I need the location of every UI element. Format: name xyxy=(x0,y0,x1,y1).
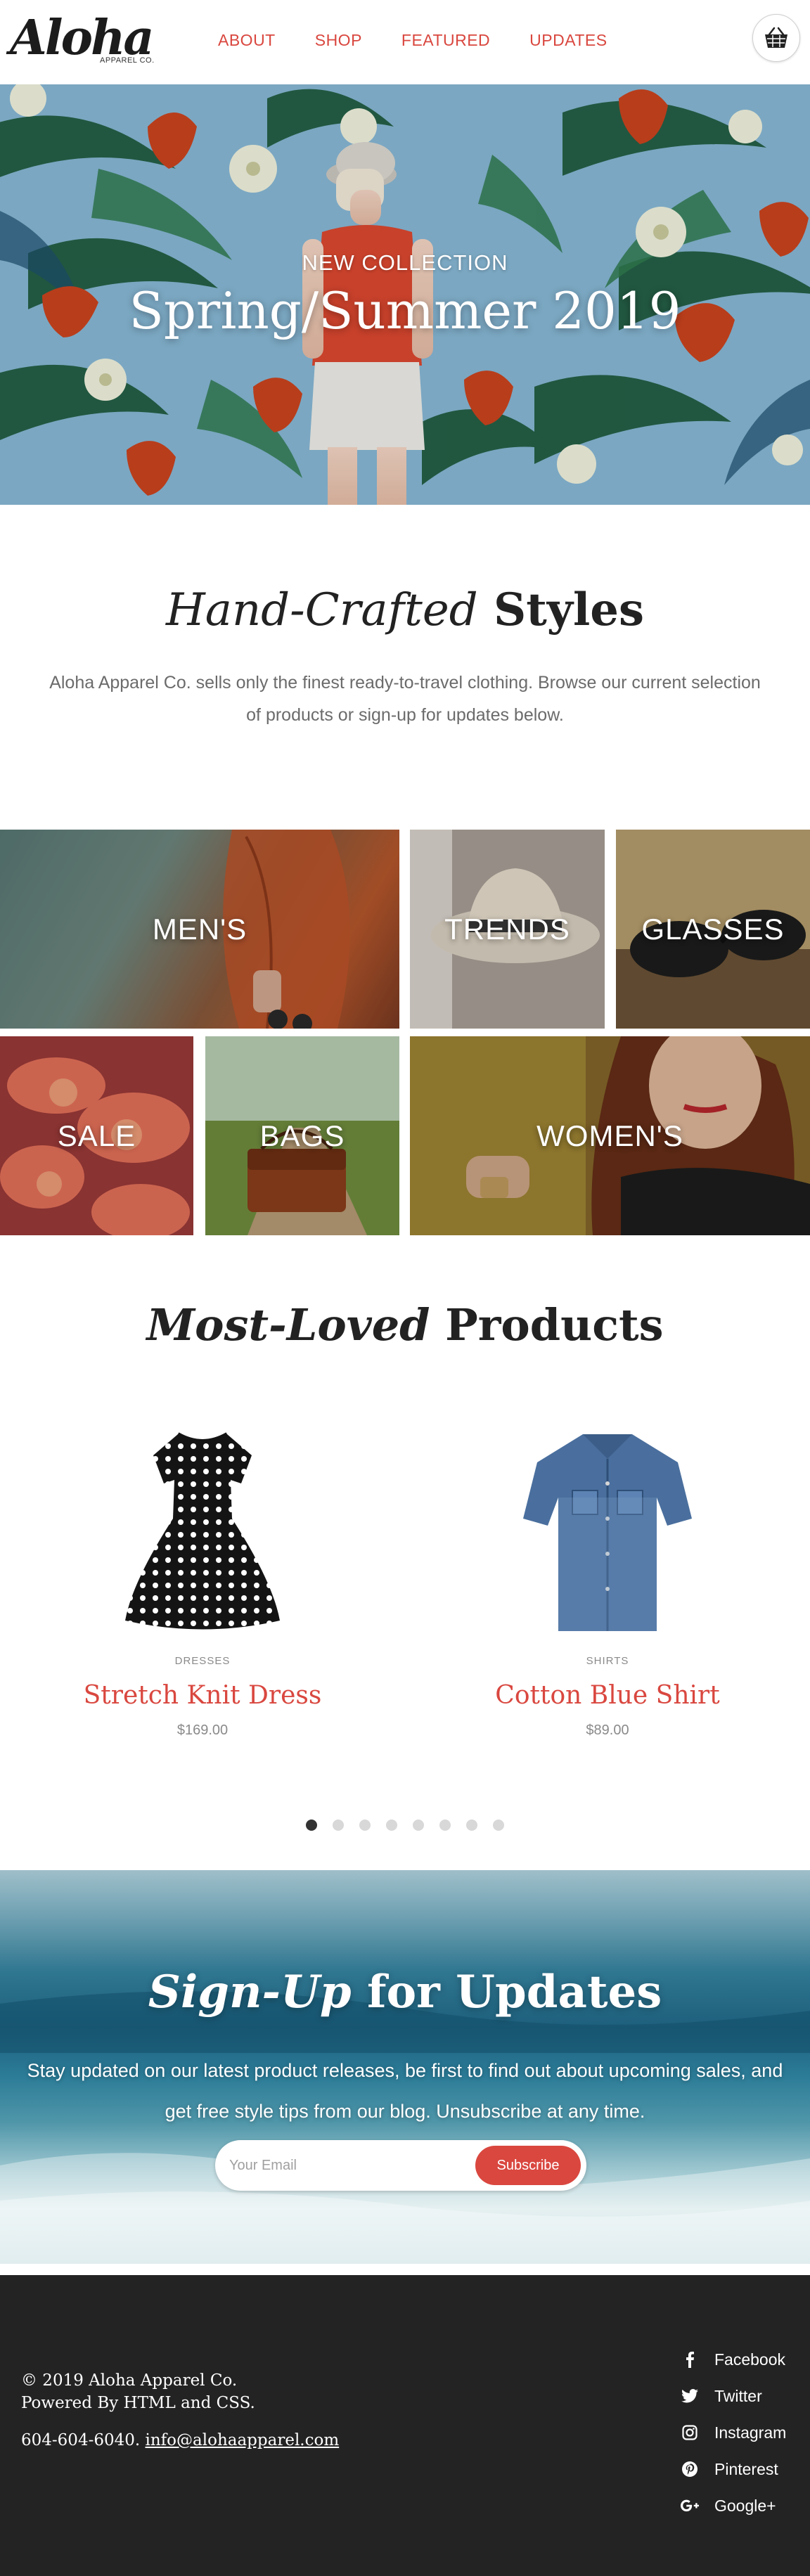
signup-description-line: get free style tips from our blog. Unsub… xyxy=(165,2101,645,2122)
category-tile-bags[interactable]: BAGS xyxy=(205,1036,399,1235)
hero-kicker: NEW COLLECTION xyxy=(302,250,508,275)
footer-info: © 2019 Aloha Apparel Co. Powered By HTML… xyxy=(21,2369,255,2414)
basket-icon xyxy=(765,27,788,48)
category-tile-mens[interactable]: MEN'S xyxy=(0,830,399,1029)
product-card[interactable]: SHIRTS Cotton Blue Shirt $89.00 xyxy=(460,1427,755,1739)
intro-paragraph: Aloha Apparel Co. sells only the finest … xyxy=(49,673,761,725)
signup-heading-bold: for Updates xyxy=(366,1966,662,2018)
carousel-dot[interactable] xyxy=(333,1820,344,1831)
carousel-dot[interactable] xyxy=(306,1820,317,1831)
product-category: DRESSES xyxy=(174,1655,231,1667)
instagram-icon xyxy=(681,2423,699,2442)
phone-number: 604-604-6040. xyxy=(21,2431,141,2449)
category-label-sale: SALE xyxy=(57,1119,136,1152)
polka-dot-dress-image xyxy=(125,1432,280,1630)
carousel-dot[interactable] xyxy=(386,1820,397,1831)
carousel-pagination xyxy=(0,1820,810,1831)
pinterest-icon xyxy=(681,2460,699,2478)
social-link-instagram[interactable]: Instagram xyxy=(681,2414,786,2451)
denim-shirt-image xyxy=(523,1434,692,1631)
hero-banner: NEW COLLECTION Spring/Summer 2019 xyxy=(0,84,810,505)
social-label: Twitter xyxy=(714,2386,762,2405)
social-link-google-plus[interactable]: Google+ xyxy=(681,2487,786,2524)
products-heading: Most-Loved Products xyxy=(0,1299,810,1351)
google-plus-icon xyxy=(681,2497,699,2515)
social-label: Instagram xyxy=(714,2423,787,2442)
nav-link-featured[interactable]: FEATURED xyxy=(401,31,490,50)
site-header: Aloha APPAREL CO. ABOUT SHOP FEATURED UP… xyxy=(0,0,810,84)
product-image-shirt xyxy=(516,1427,699,1638)
product-category: SHIRTS xyxy=(586,1655,629,1667)
social-link-facebook[interactable]: Facebook xyxy=(681,2341,786,2378)
signup-form: Subscribe xyxy=(215,2140,586,2191)
signup-heading: Sign-Up for Updates xyxy=(0,1966,810,2018)
category-label-bags: BAGS xyxy=(259,1119,345,1152)
intro-heading-italic: Hand-Crafted xyxy=(165,584,478,636)
category-tile-womens[interactable]: WOMEN'S xyxy=(410,1036,810,1235)
main-nav: ABOUT SHOP FEATURED UPDATES xyxy=(218,31,647,50)
carousel-dot[interactable] xyxy=(439,1820,451,1831)
logo-wordmark: Aloha xyxy=(10,10,154,66)
signup-heading-italic: Sign-Up xyxy=(148,1966,352,2018)
email-link[interactable]: info@alohaapparel.com xyxy=(146,2431,340,2449)
social-link-pinterest[interactable]: Pinterest xyxy=(681,2451,786,2487)
footer-contact: 604-604-6040. info@alohaapparel.com xyxy=(21,2431,339,2449)
category-tile-trends[interactable]: TRENDS xyxy=(410,830,605,1029)
category-tile-sale[interactable]: SALE xyxy=(0,1036,193,1235)
products-heading-italic: Most-Loved xyxy=(146,1299,430,1351)
nav-link-shop[interactable]: SHOP xyxy=(315,31,362,50)
category-label-womens: WOMEN'S xyxy=(536,1119,683,1152)
product-price: $89.00 xyxy=(586,1722,629,1738)
carousel-dot[interactable] xyxy=(413,1820,424,1831)
subscribe-button[interactable]: Subscribe xyxy=(475,2146,581,2185)
signup-description: Stay updated on our latest product relea… xyxy=(7,2050,803,2132)
logo[interactable]: Aloha APPAREL CO. xyxy=(10,10,154,70)
nav-link-about[interactable]: ABOUT xyxy=(218,31,276,50)
twitter-icon xyxy=(681,2387,699,2405)
category-label-mens: MEN'S xyxy=(152,912,248,946)
carousel-dot[interactable] xyxy=(466,1820,477,1831)
product-price: $169.00 xyxy=(176,1722,229,1738)
intro-heading-bold: Styles xyxy=(494,584,645,636)
category-label-glasses: GLASSES xyxy=(641,912,785,946)
product-name[interactable]: Stretch Knit Dress xyxy=(55,1681,350,1710)
email-input[interactable] xyxy=(229,2150,440,2181)
logo-subtitle: APPAREL CO. xyxy=(100,56,155,65)
copyright-text: © 2019 Aloha Apparel Co. xyxy=(21,2371,238,2390)
nav-link-updates[interactable]: UPDATES xyxy=(529,31,607,50)
cart-button[interactable] xyxy=(752,14,800,62)
product-name[interactable]: Cotton Blue Shirt xyxy=(460,1681,755,1710)
carousel-dot[interactable] xyxy=(359,1820,371,1831)
social-label: Google+ xyxy=(714,2496,776,2515)
facebook-icon xyxy=(681,2350,699,2369)
social-label: Pinterest xyxy=(714,2459,778,2478)
category-label-trends: TRENDS xyxy=(444,912,570,946)
hero-title: Spring/Summer 2019 xyxy=(129,281,681,340)
product-image-dress xyxy=(111,1427,294,1638)
product-card[interactable]: DRESSES Stretch Knit Dress $169.00 xyxy=(55,1427,350,1739)
signup-description-line: Stay updated on our latest product relea… xyxy=(27,2060,783,2081)
social-label: Facebook xyxy=(714,2350,786,2369)
signup-section: Sign-Up for Updates Stay updated on our … xyxy=(0,1870,810,2264)
social-links: Facebook Twitter Instagram Pinterest Goo… xyxy=(681,2341,786,2524)
intro-heading: Hand-Crafted Styles xyxy=(0,584,810,636)
category-tile-glasses[interactable]: GLASSES xyxy=(616,830,810,1029)
powered-by-text: Powered By HTML and CSS. xyxy=(21,2394,255,2412)
social-link-twitter[interactable]: Twitter xyxy=(681,2378,786,2414)
site-footer: © 2019 Aloha Apparel Co. Powered By HTML… xyxy=(0,2275,810,2576)
carousel-dot[interactable] xyxy=(493,1820,504,1831)
products-heading-bold: Products xyxy=(445,1299,664,1351)
